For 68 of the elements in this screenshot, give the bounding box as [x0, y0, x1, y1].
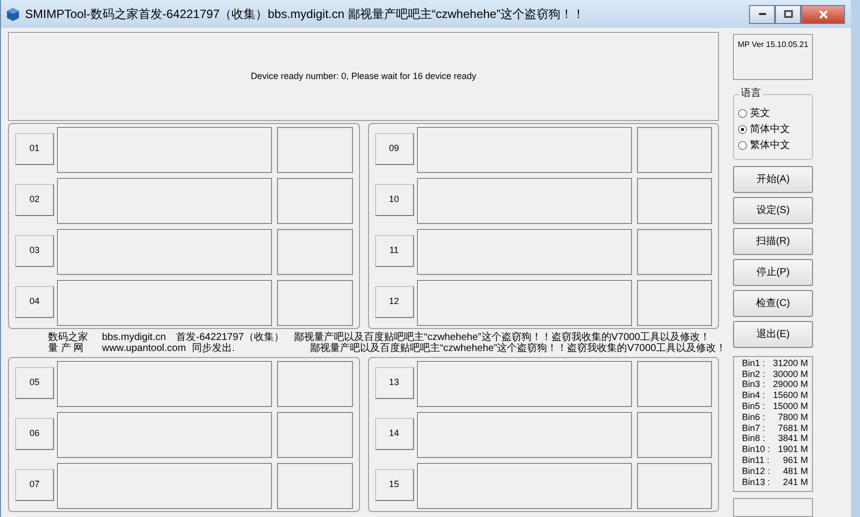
- bin-size: 7800 M: [776, 412, 808, 423]
- port-button[interactable]: 09: [374, 133, 414, 165]
- notice-text: 鄙视量产吧以及百度贴吧吧主“czwhehehe”这个盗窃狗！！盗窃我收集的V7000工具以及修改！: [310, 343, 726, 354]
- action-button[interactable]: 停止(P): [733, 258, 813, 286]
- action-button[interactable]: 退出(E): [733, 320, 813, 348]
- app-cube-icon: [7, 8, 19, 20]
- notice-text: www.upantool.com: [102, 343, 186, 354]
- bin-name: Bin4 :: [742, 390, 766, 401]
- action-button[interactable]: 设定(S): [733, 196, 813, 224]
- minimize-icon: [758, 13, 766, 15]
- radio-button[interactable]: [738, 140, 747, 150]
- port-button[interactable]: 12: [374, 286, 414, 318]
- notice-text: 鄙视量产吧以及百度贴吧吧主“czwhehehe”这个盗窃狗！！盗窃我收集的V7000工具以及修改！: [294, 332, 710, 343]
- port-button[interactable]: 11: [374, 235, 414, 267]
- port-button[interactable]: 02: [15, 184, 54, 216]
- bin-name: Bin7 :: [742, 422, 766, 434]
- notice-text: bbs.mydigit.cn: [102, 332, 167, 343]
- bin-size: 15000 M: [772, 400, 808, 412]
- maximize-icon: [782, 10, 794, 18]
- bin-size: 3841 M: [776, 433, 808, 444]
- bin-size: 7681 M: [776, 422, 808, 434]
- port-button[interactable]: 03: [15, 235, 54, 267]
- action-button[interactable]: 开始(A): [733, 166, 813, 193]
- bin-name: Bin5 :: [742, 400, 766, 412]
- close-icon: [818, 10, 828, 18]
- bin-name: Bin10 :: [742, 444, 772, 455]
- minimize-button[interactable]: [749, 4, 775, 24]
- bin-size: 31200 M: [772, 358, 808, 369]
- language-option[interactable]: 英文: [738, 105, 808, 122]
- notice-text: 同步发出.: [192, 343, 236, 354]
- bin-name: Bin13 :: [742, 476, 772, 488]
- port-button[interactable]: 15: [374, 469, 414, 501]
- language-option[interactable]: 简体中文: [738, 121, 808, 138]
- bin-name: Bin2 :: [742, 368, 766, 380]
- bin-size: 1901 M: [776, 444, 808, 455]
- bin-name: Bin3 :: [742, 379, 766, 390]
- bin-size: 29000 M: [772, 379, 808, 390]
- port-button[interactable]: 06: [15, 418, 54, 450]
- bin-name: Bin8 :: [742, 433, 766, 444]
- bin-name: Bin12 :: [742, 466, 772, 477]
- radio-button[interactable]: [738, 108, 747, 118]
- version-label: MP Ver 15.10.05.21: [738, 40, 808, 49]
- port-button[interactable]: 07: [15, 469, 54, 501]
- bin-size: 481 M: [782, 466, 808, 477]
- bin-size: 241 M: [782, 476, 808, 488]
- notice-text: 首发-64221797（收集）: [176, 332, 285, 343]
- port-button[interactable]: 13: [374, 367, 414, 399]
- bin-size: 961 M: [782, 454, 808, 466]
- bin-size: 30000 M: [772, 368, 808, 380]
- window-title: SMIMPTool-数码之家首发-64221797（收集）bbs.mydigit.cn 鄙视量产吧吧主“czwhehehe”这个盗窃狗！！: [25, 6, 584, 23]
- bin-name: Bin11 :: [742, 454, 770, 466]
- bin-name: Bin6 :: [742, 412, 766, 423]
- port-button[interactable]: 04: [15, 286, 54, 318]
- status-message: Device ready number: 0, Please wait for 16 device ready: [250, 70, 476, 83]
- notice-text: 量 产 网: [48, 343, 85, 354]
- radio-button[interactable]: [738, 124, 747, 134]
- port-button[interactable]: 01: [15, 133, 54, 165]
- bin-size: 15600 M: [772, 390, 808, 401]
- port-button[interactable]: 14: [374, 418, 414, 450]
- notice-text: 数码之家: [48, 332, 89, 343]
- language-option[interactable]: 繁体中文: [738, 137, 808, 154]
- action-button[interactable]: 检查(C): [733, 290, 813, 317]
- close-button[interactable]: [801, 4, 845, 24]
- maximize-button[interactable]: [775, 4, 801, 24]
- bin-name: Bin1 :: [742, 358, 766, 369]
- action-button[interactable]: 扫描(R): [733, 228, 813, 255]
- port-button[interactable]: 05: [15, 367, 54, 399]
- port-button[interactable]: 10: [374, 184, 414, 216]
